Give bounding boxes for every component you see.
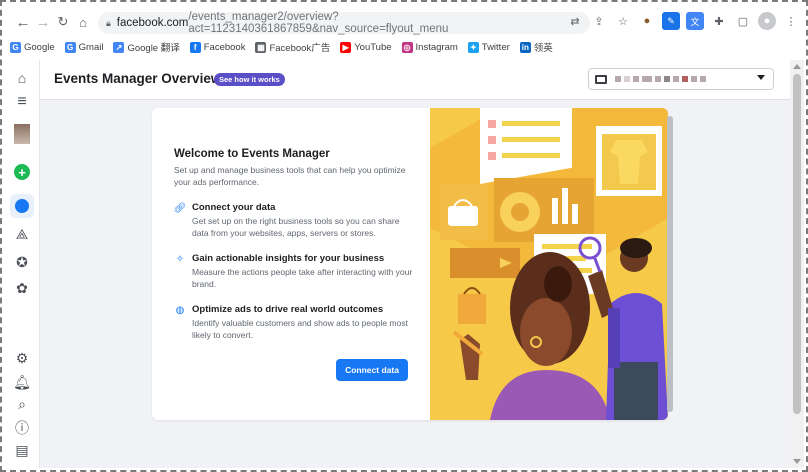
search-icon[interactable]: ⌕: [10, 392, 34, 416]
url-path: /events_manager2/overview?act=1123140361…: [188, 11, 449, 35]
bookmark-label: Facebook广告: [269, 43, 331, 54]
avatar-image: [14, 124, 30, 144]
create-icon[interactable]: +: [10, 160, 34, 184]
bookmark-label: Gmail: [78, 41, 104, 53]
gauge-icon: [15, 199, 29, 213]
browser-window: ← → ↻ ⌂ 🔒︎ facebook.com/events_manager2/…: [4, 4, 804, 468]
extension-blue-icon[interactable]: ✎: [662, 12, 680, 30]
bookmark-item[interactable]: in 领英: [519, 40, 553, 54]
instagram-icon: ◎: [401, 41, 413, 53]
bookmark-item[interactable]: ▶ YouTube: [340, 41, 392, 53]
extensions-puzzle-icon[interactable]: ✚: [710, 12, 728, 30]
google-icon: G: [10, 41, 21, 53]
facebook-icon: f: [189, 41, 201, 53]
home-icon[interactable]: ⌂: [72, 11, 94, 33]
caret-down-icon: [757, 75, 765, 80]
feature-description: Measure the actions people take after in…: [192, 267, 413, 289]
browser-toolbar: ← → ↻ ⌂ 🔒︎ facebook.com/events_manager2/…: [4, 4, 804, 40]
extension-translate-icon[interactable]: 文: [686, 12, 704, 30]
sparkle-chart-icon: ✧: [175, 253, 185, 265]
settings-icon[interactable]: ⚙: [10, 346, 34, 370]
link-icon: 🔗︎: [173, 202, 187, 214]
ad-account-icon: [595, 74, 607, 84]
report-panel-icon[interactable]: ▤: [10, 438, 34, 462]
partner-handshake-icon[interactable]: ✿: [10, 276, 34, 300]
youtube-icon: ▶: [340, 41, 352, 53]
events-manager-page: ⌂ ≡ + ⟁ ✪ ✿ ⚙ 🔔︎ ⌕ ⓘ ▤ Events Manager Ov…: [4, 60, 804, 468]
bookmark-label: Instagram: [415, 41, 458, 53]
address-bar[interactable]: 🔒︎ facebook.com/events_manager2/overview…: [98, 11, 590, 35]
home-nav-icon[interactable]: ⌂: [10, 66, 34, 90]
bookmark-label: YouTube: [354, 41, 392, 53]
left-nav-rail: ⌂ ≡ + ⟁ ✪ ✿ ⚙ 🔔︎ ⌕ ⓘ ▤: [4, 60, 40, 468]
feature-description: Identify valuable customers and show ads…: [192, 318, 408, 340]
gmail-icon: G: [64, 41, 76, 53]
twitter-icon: ✦: [467, 41, 479, 53]
toolbar-actions: ⇄ ⇪ ☆ ● ✎ 文 ✚ ▢ ● ⋮: [566, 12, 800, 30]
bookmark-label: 领英: [533, 43, 553, 54]
profile-avatar-icon[interactable]: ●: [758, 12, 776, 30]
star-badge-icon[interactable]: ✪: [10, 250, 34, 274]
feature-connect-data: 🔗︎ Connect your data Get set up on the r…: [174, 202, 414, 239]
extension-cookie-icon[interactable]: ●: [638, 12, 656, 30]
ad-account-selector[interactable]: [588, 68, 774, 90]
events-manager-nav-icon[interactable]: [10, 194, 34, 218]
scroll-up-icon[interactable]: [793, 64, 801, 69]
bookmark-label: Google: [24, 41, 55, 53]
page-title: Events Manager Overview: [54, 71, 222, 86]
illustration-svg: [430, 108, 668, 420]
help-icon[interactable]: ⓘ: [10, 416, 34, 440]
feature-title: Optimize ads to drive real world outcome…: [192, 304, 384, 315]
feature-title: Gain actionable insights for your busine…: [192, 253, 385, 264]
bookmark-item[interactable]: f Facebook: [189, 41, 246, 53]
connect-data-button[interactable]: Connect data: [336, 359, 408, 381]
bookmarks-bar: G Google G Gmail ↗ Google 翻译 f Facebook ▦ Faceboo…: [10, 38, 553, 56]
lock-icon[interactable]: 🔒︎: [106, 18, 111, 29]
see-how-it-works-badge[interactable]: See how it works: [214, 73, 285, 86]
url-host: facebook.com: [116, 17, 189, 29]
bookmark-label: Google 翻译: [127, 43, 180, 54]
data-sources-icon[interactable]: ⟁: [10, 222, 34, 246]
translate-page-icon[interactable]: ⇄: [566, 12, 584, 30]
card-scroll-thumb[interactable]: [667, 116, 673, 412]
bookmark-item[interactable]: ▦ Facebook广告: [255, 40, 330, 54]
welcome-title: Welcome to Events Manager: [174, 148, 330, 160]
reload-icon[interactable]: ↻: [52, 11, 74, 33]
feature-description: Get set up on the right business tools s…: [192, 216, 400, 238]
side-panel-icon[interactable]: ▢: [734, 12, 752, 30]
welcome-content: Welcome to Events Manager Set up and man…: [174, 148, 414, 341]
bookmark-item[interactable]: G Gmail: [64, 41, 104, 53]
google-translate-icon: ↗: [113, 41, 125, 53]
back-icon[interactable]: ←: [12, 11, 34, 33]
bookmark-item[interactable]: ◎ Instagram: [401, 41, 458, 53]
globe-icon: ◍: [175, 304, 185, 316]
linkedin-icon: in: [519, 41, 531, 53]
feature-optimize-ads: ◍ Optimize ads to drive real world outco…: [174, 304, 414, 341]
welcome-description: Set up and manage business tools that ca…: [174, 165, 406, 187]
bookmark-item[interactable]: G Google: [10, 41, 55, 53]
facebook-ads-icon: ▦: [255, 41, 267, 53]
plus-icon: +: [14, 164, 30, 180]
welcome-card: Welcome to Events Manager Set up and man…: [152, 108, 668, 420]
kebab-menu-icon[interactable]: ⋮: [782, 12, 800, 30]
events-manager-illustration: [430, 108, 668, 420]
menu-icon[interactable]: ≡: [10, 90, 34, 114]
account-name-redacted: [615, 76, 706, 82]
account-avatar[interactable]: [10, 122, 34, 146]
card-scrollbar[interactable]: [666, 110, 674, 422]
scroll-down-icon[interactable]: [793, 459, 801, 464]
share-icon[interactable]: ⇪: [590, 12, 608, 30]
page-scroll-thumb[interactable]: [793, 74, 801, 414]
page-header: Events Manager Overview See how it works: [40, 60, 790, 100]
page-scrollbar[interactable]: [790, 60, 804, 468]
forward-icon[interactable]: →: [32, 11, 54, 33]
bookmark-label: Facebook: [203, 41, 246, 53]
bookmark-item[interactable]: ✦ Twitter: [467, 41, 510, 53]
feature-title: Connect your data: [192, 202, 276, 213]
notifications-bell-icon[interactable]: 🔔︎: [10, 370, 34, 394]
bookmark-item[interactable]: ↗ Google 翻译: [113, 40, 180, 54]
bookmark-star-icon[interactable]: ☆: [614, 12, 632, 30]
bookmark-label: Twitter: [481, 41, 510, 53]
feature-insights: ✧ Gain actionable insights for your busi…: [174, 253, 414, 290]
